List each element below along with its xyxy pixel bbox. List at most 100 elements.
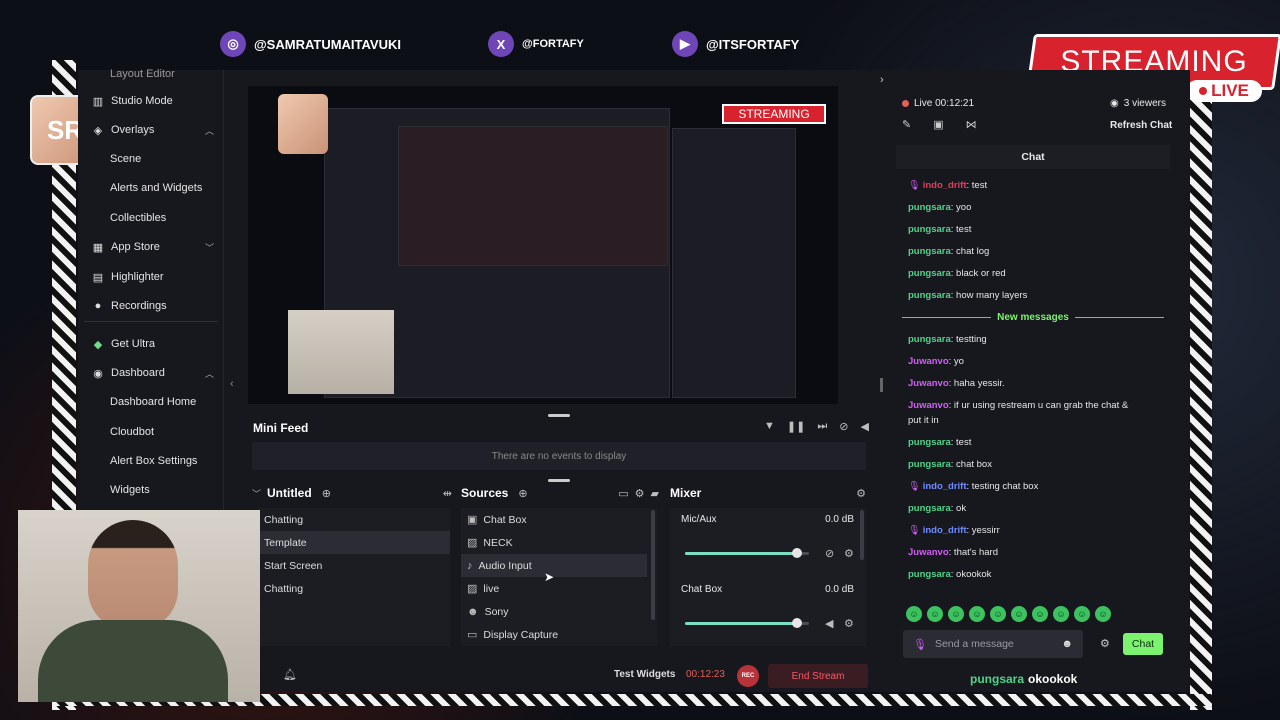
sidebar-item-get-ultra[interactable]: ◆ Get Ultra bbox=[78, 332, 224, 356]
volume-icon[interactable]: ◀ bbox=[825, 617, 833, 630]
sidebar-item-highlighter[interactable]: ▤ Highlighter bbox=[78, 265, 224, 289]
emote-icon[interactable]: ☺ bbox=[1011, 606, 1027, 622]
source-item[interactable]: ▨ NECK bbox=[461, 531, 647, 554]
transition-icon[interactable]: ⇹ bbox=[443, 487, 452, 500]
chat-username[interactable]: pungsara bbox=[908, 334, 951, 345]
emote-icon[interactable]: ☺ bbox=[948, 606, 964, 622]
add-folder-icon[interactable]: ▰ bbox=[651, 487, 659, 500]
pause-icon[interactable]: ❚❚ bbox=[787, 420, 805, 433]
sidebar-item-alert-box-settings[interactable]: Alert Box Settings bbox=[78, 449, 224, 473]
chat-username[interactable]: pungsara bbox=[908, 224, 951, 235]
sidebar-item-dashboard-home[interactable]: Dashboard Home bbox=[78, 390, 224, 414]
collapse-left-icon[interactable]: ‹ bbox=[230, 378, 234, 390]
sidebar-item-cloudbot[interactable]: Cloudbot bbox=[78, 420, 224, 444]
scene-item[interactable]: Chatting bbox=[258, 577, 450, 600]
chat-username[interactable]: Juwanvo bbox=[908, 378, 949, 389]
sidebar-item-alerts-widgets[interactable]: Alerts and Widgets bbox=[78, 176, 224, 200]
source-item[interactable]: ▣ Chat Box bbox=[461, 508, 647, 531]
sidebar-item-app-store[interactable]: ▦ App Store ﹀ bbox=[78, 235, 224, 259]
chat-username[interactable]: Juwanvo bbox=[908, 356, 949, 367]
scene-item[interactable]: Chatting bbox=[258, 508, 450, 531]
emote-icon[interactable]: ☺ bbox=[990, 606, 1006, 622]
emote-icon[interactable]: ☺ bbox=[927, 606, 943, 622]
filter-icon[interactable]: ▼ bbox=[764, 420, 775, 433]
mixer-channel-db: 0.0 dB bbox=[825, 584, 854, 595]
mute-icon[interactable]: ⊘ bbox=[825, 547, 834, 560]
chat-username[interactable]: pungsara bbox=[908, 503, 951, 514]
scene-item-selected[interactable]: Template bbox=[258, 531, 450, 554]
scene-collection-title[interactable]: Untitled bbox=[267, 486, 312, 500]
mute-alerts-icon[interactable]: ⊘ bbox=[839, 420, 848, 433]
chat-username[interactable]: indo_drift bbox=[923, 180, 967, 191]
volume-slider[interactable] bbox=[685, 618, 809, 628]
chat-username[interactable]: pungsara bbox=[908, 246, 951, 257]
minifeed-resize-handle[interactable] bbox=[548, 479, 570, 482]
add-scene-icon[interactable]: ⊕ bbox=[322, 487, 331, 500]
chat-settings-icon[interactable]: ⚙ bbox=[1100, 637, 1110, 650]
recordings-icon: ● bbox=[94, 300, 102, 312]
end-stream-button[interactable]: End Stream bbox=[768, 664, 868, 688]
mixer-scrollbar[interactable] bbox=[860, 510, 864, 560]
sidebar-item-widgets[interactable]: Widgets bbox=[78, 478, 224, 502]
sources-scrollbar[interactable] bbox=[651, 510, 655, 620]
sidebar-item-dashboard[interactable]: ◉ Dashboard ︿ bbox=[78, 361, 224, 385]
skip-icon[interactable]: ⏭ bbox=[817, 420, 827, 433]
sidebar-item-label: Widgets bbox=[110, 484, 150, 496]
source-label: Audio Input bbox=[478, 559, 532, 572]
chat-username[interactable]: pungsara bbox=[908, 268, 951, 279]
emote-icon[interactable]: ☺ bbox=[1074, 606, 1090, 622]
chat-username[interactable]: pungsara bbox=[908, 290, 951, 301]
share-icon[interactable]: ⋈ bbox=[966, 118, 977, 131]
chat-username[interactable]: indo_drift bbox=[923, 481, 967, 492]
scene-item[interactable]: Start Screen bbox=[258, 554, 450, 577]
emoji-icon[interactable]: ☻ bbox=[1061, 638, 1073, 650]
sidebar-item-recordings[interactable]: ● Recordings bbox=[78, 294, 224, 318]
emote-icon[interactable]: ☺ bbox=[1032, 606, 1048, 622]
preview-resize-handle[interactable] bbox=[548, 414, 570, 417]
notifications-bell-icon[interactable]: 🔔︎ bbox=[283, 668, 297, 681]
chat-send-button[interactable]: Chat bbox=[1123, 633, 1163, 655]
add-source-icon[interactable]: ⊕ bbox=[518, 487, 527, 500]
volume-knob[interactable] bbox=[791, 618, 802, 628]
chat-username[interactable]: pungsara bbox=[908, 202, 951, 213]
chat-input[interactable]: 🎙︎ Send a message ☻ bbox=[903, 630, 1083, 658]
mixer-settings-icon[interactable]: ⚙ bbox=[856, 487, 866, 500]
source-item[interactable]: ▭ Display Capture bbox=[461, 623, 647, 646]
record-button[interactable]: REC bbox=[737, 665, 759, 687]
chat-username[interactable]: Juwanvo bbox=[908, 400, 949, 411]
edit-icon[interactable]: ✎ bbox=[902, 118, 911, 131]
sources-settings-icon[interactable]: ⚙ bbox=[635, 487, 645, 500]
sidebar-item-overlays[interactable]: ◈ Overlays ︿ bbox=[78, 118, 224, 142]
sidebar-item-scene[interactable]: Scene bbox=[78, 147, 224, 171]
chat-username[interactable]: Juwanvo bbox=[908, 547, 949, 558]
source-item[interactable]: ☻ Sony bbox=[461, 600, 647, 623]
sidebar-item-collectibles[interactable]: Collectibles bbox=[78, 206, 224, 230]
app-store-icon: ▦ bbox=[92, 241, 104, 254]
chat-username[interactable]: indo_drift bbox=[923, 525, 967, 536]
volume-knob[interactable] bbox=[791, 548, 802, 558]
eye-icon: ◉ bbox=[1110, 98, 1119, 109]
chat-text: : test bbox=[950, 224, 972, 235]
collection-chevron-icon[interactable]: ﹀ bbox=[252, 487, 261, 500]
refresh-chat-button[interactable]: Refresh Chat bbox=[1110, 120, 1172, 131]
volume-icon[interactable]: ◀ bbox=[860, 420, 868, 433]
collapse-right-icon[interactable]: › bbox=[880, 74, 884, 86]
emote-icon[interactable]: ☺ bbox=[906, 606, 922, 622]
stream-preview[interactable]: STREAMING bbox=[248, 86, 838, 404]
emote-icon[interactable]: ☺ bbox=[1095, 606, 1111, 622]
camera-icon[interactable]: ▣ bbox=[933, 118, 943, 131]
chat-username[interactable]: pungsara bbox=[908, 569, 951, 580]
channel-settings-icon[interactable]: ⚙ bbox=[844, 547, 854, 560]
emote-icon[interactable]: ☺ bbox=[1053, 606, 1069, 622]
volume-fill bbox=[685, 552, 797, 555]
chat-username[interactable]: pungsara bbox=[908, 459, 951, 470]
chat-resize-handle[interactable] bbox=[880, 378, 883, 392]
selective-recording-icon[interactable]: ▭ bbox=[618, 487, 628, 500]
channel-settings-icon[interactable]: ⚙ bbox=[844, 617, 854, 630]
sidebar-item-studio-mode[interactable]: ▥ Studio Mode bbox=[78, 89, 224, 113]
sidebar-item-layout-editor[interactable]: Layout Editor bbox=[78, 62, 224, 86]
volume-slider[interactable] bbox=[685, 548, 809, 558]
test-widgets-button[interactable]: Test Widgets bbox=[614, 669, 675, 680]
emote-icon[interactable]: ☺ bbox=[969, 606, 985, 622]
chat-username[interactable]: pungsara bbox=[908, 437, 951, 448]
